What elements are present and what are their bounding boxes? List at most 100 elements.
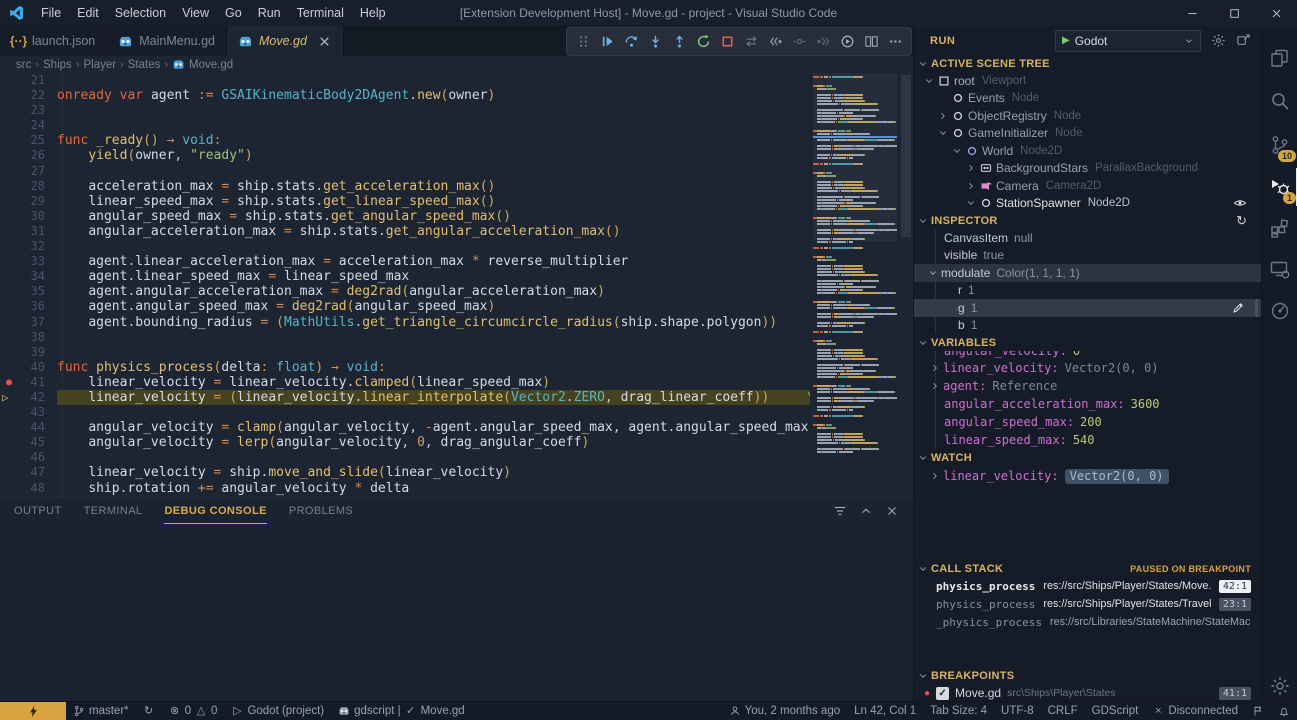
code-line[interactable]: ●41 linear_velocity = linear_velocity.cl… (0, 375, 810, 390)
call-stack-header[interactable]: CALL STACKPAUSED ON BREAKPOINT (914, 560, 1261, 577)
variable-row[interactable]: angular_acceleration_max:3600 (914, 395, 1261, 413)
gutter[interactable]: 48 (0, 481, 57, 496)
scene-node-world[interactable]: WorldNode2D (914, 142, 1261, 160)
status-git-branch[interactable]: master* (66, 702, 136, 720)
line-number[interactable]: 34 (31, 269, 45, 284)
breadcrumb-item[interactable]: States (128, 59, 161, 71)
gutter[interactable]: ▷42 (0, 390, 57, 405)
inspector-row-visible[interactable]: visibletrue (914, 247, 1261, 265)
reverse-continue-button[interactable] (787, 30, 811, 54)
variable-row[interactable]: agent:Reference (914, 377, 1261, 395)
tab-move.gd[interactable]: Move.gd (227, 26, 344, 56)
gutter[interactable]: 29 (0, 194, 57, 209)
menu-run[interactable]: Run (250, 0, 289, 26)
gutter[interactable]: ●41 (0, 375, 57, 390)
gutter[interactable]: 30 (0, 209, 57, 224)
code-line[interactable]: 47 linear_velocity = ship.move_and_slide… (0, 465, 810, 480)
gutter[interactable]: 36 (0, 299, 57, 314)
code-line[interactable]: 46 (0, 450, 810, 465)
activity-remote-explorer[interactable] (1262, 250, 1297, 288)
status-indentation[interactable]: Tab Size: 4 (923, 702, 994, 720)
close-button[interactable] (1255, 0, 1297, 26)
debug-console-output[interactable] (0, 524, 913, 702)
line-number[interactable]: 33 (31, 254, 45, 269)
chevron-right-icon[interactable] (966, 181, 976, 191)
line-number[interactable]: 38 (31, 330, 45, 345)
variable-row[interactable]: linear_velocity:Vector2(0, 0) (914, 359, 1261, 377)
code-line[interactable]: 30 angular_speed_max = ship.stats.get_an… (0, 209, 810, 224)
stack-frame[interactable]: physics_processres://src/Ships/Player/St… (914, 595, 1261, 613)
variable-row[interactable]: linear_speed_max:540 (914, 431, 1261, 449)
code-line[interactable]: 48 ship.rotation += angular_velocity * d… (0, 481, 810, 496)
line-number[interactable]: 23 (31, 103, 45, 118)
breakpoint-icon[interactable]: ● (6, 377, 12, 388)
inspector-header[interactable]: INSPECTOR↻ (914, 212, 1261, 229)
code-line[interactable]: 32 (0, 239, 810, 254)
scene-node-camera[interactable]: CameraCamera2D (914, 177, 1261, 195)
tab-launch.json[interactable]: {··}launch.json (0, 26, 107, 56)
step-back-button[interactable] (763, 30, 787, 54)
gutter[interactable]: 34 (0, 269, 57, 284)
tab-mainmenu.gd[interactable]: MainMenu.gd (107, 26, 227, 56)
launch-config-select[interactable]: ▶ Godot (1055, 30, 1201, 52)
minimize-button[interactable] (1171, 0, 1213, 26)
chevron-down-icon[interactable] (952, 146, 962, 156)
line-number[interactable]: 37 (31, 315, 45, 330)
code-line[interactable]: 45 angular_velocity = lerp(angular_veloc… (0, 435, 810, 450)
gutter[interactable]: 24 (0, 118, 57, 133)
gutter[interactable]: 44 (0, 420, 57, 435)
line-number[interactable]: 27 (31, 164, 45, 179)
code-line[interactable]: 36 agent.angular_speed_max = deg2rad(ang… (0, 299, 810, 314)
gutter[interactable]: 21 (0, 73, 57, 88)
gutter[interactable]: 45 (0, 435, 57, 450)
line-number[interactable]: 43 (31, 405, 45, 420)
code-line[interactable]: 28 acceleration_max = ship.stats.get_acc… (0, 179, 810, 194)
line-number[interactable]: 35 (31, 284, 45, 299)
gutter[interactable]: 26 (0, 148, 57, 163)
panel-tab-output[interactable]: OUTPUT (14, 499, 62, 524)
gutter[interactable]: 46 (0, 450, 57, 465)
status-problems[interactable]: ⊗0△0 (162, 702, 225, 720)
activity-source-control[interactable]: 10 (1262, 126, 1297, 164)
inspector-row-b[interactable]: b1 (914, 317, 1261, 335)
watch-row[interactable]: linear_velocity:Vector2(0, 0) (914, 466, 1261, 486)
status-remote-indicator[interactable] (0, 702, 66, 720)
line-number[interactable]: 30 (31, 209, 45, 224)
chevron-right-icon[interactable] (930, 471, 940, 481)
line-number[interactable]: 36 (31, 299, 45, 314)
stop-button[interactable] (715, 30, 739, 54)
activity-extensions[interactable] (1262, 210, 1297, 248)
status-sync[interactable]: ↻ (136, 702, 162, 720)
menu-help[interactable]: Help (352, 0, 394, 26)
chevron-up-icon[interactable] (859, 504, 873, 518)
status-encoding[interactable]: UTF-8 (994, 702, 1041, 720)
status-language-mode[interactable]: GDScript (1085, 702, 1146, 720)
menu-go[interactable]: Go (217, 0, 250, 26)
line-number[interactable]: 26 (31, 148, 45, 163)
close-panel-icon[interactable] (885, 504, 899, 518)
menu-file[interactable]: File (33, 0, 69, 26)
panel-tab-terminal[interactable]: TERMINAL (84, 499, 143, 524)
scene-node-stationspawner[interactable]: StationSpawnerNode2D (914, 195, 1261, 213)
breadcrumb-item[interactable]: src (16, 59, 31, 71)
step-into-button[interactable] (643, 30, 667, 54)
variables-header[interactable]: VARIABLES (914, 334, 1261, 351)
gutter[interactable]: 27 (0, 164, 57, 179)
status-eol[interactable]: CRLF (1041, 702, 1085, 720)
chevron-down-icon[interactable] (966, 198, 976, 208)
continue-button[interactable] (595, 30, 619, 54)
chevron-down-icon[interactable] (938, 128, 948, 138)
inspector-row-g[interactable]: g1 (914, 299, 1261, 317)
gutter[interactable]: 22 (0, 88, 57, 103)
gutter[interactable]: 37 (0, 315, 57, 330)
code-line[interactable]: 33 agent.linear_acceleration_max = accel… (0, 254, 810, 269)
drag-handle-button[interactable] (571, 30, 595, 54)
code-line[interactable]: 35 agent.angular_acceleration_max = deg2… (0, 284, 810, 299)
watch-header[interactable]: WATCH (914, 449, 1261, 466)
code-line[interactable]: ▷42 linear_velocity = (linear_velocity.l… (0, 390, 810, 405)
menu-view[interactable]: View (174, 0, 217, 26)
gutter[interactable]: 23 (0, 103, 57, 118)
code-line[interactable]: 26 yield(owner, "ready") (0, 148, 810, 163)
code-editor[interactable]: 2122onready var agent := GSAIKinematicBo… (0, 73, 913, 497)
chevron-right-icon[interactable] (930, 363, 940, 373)
